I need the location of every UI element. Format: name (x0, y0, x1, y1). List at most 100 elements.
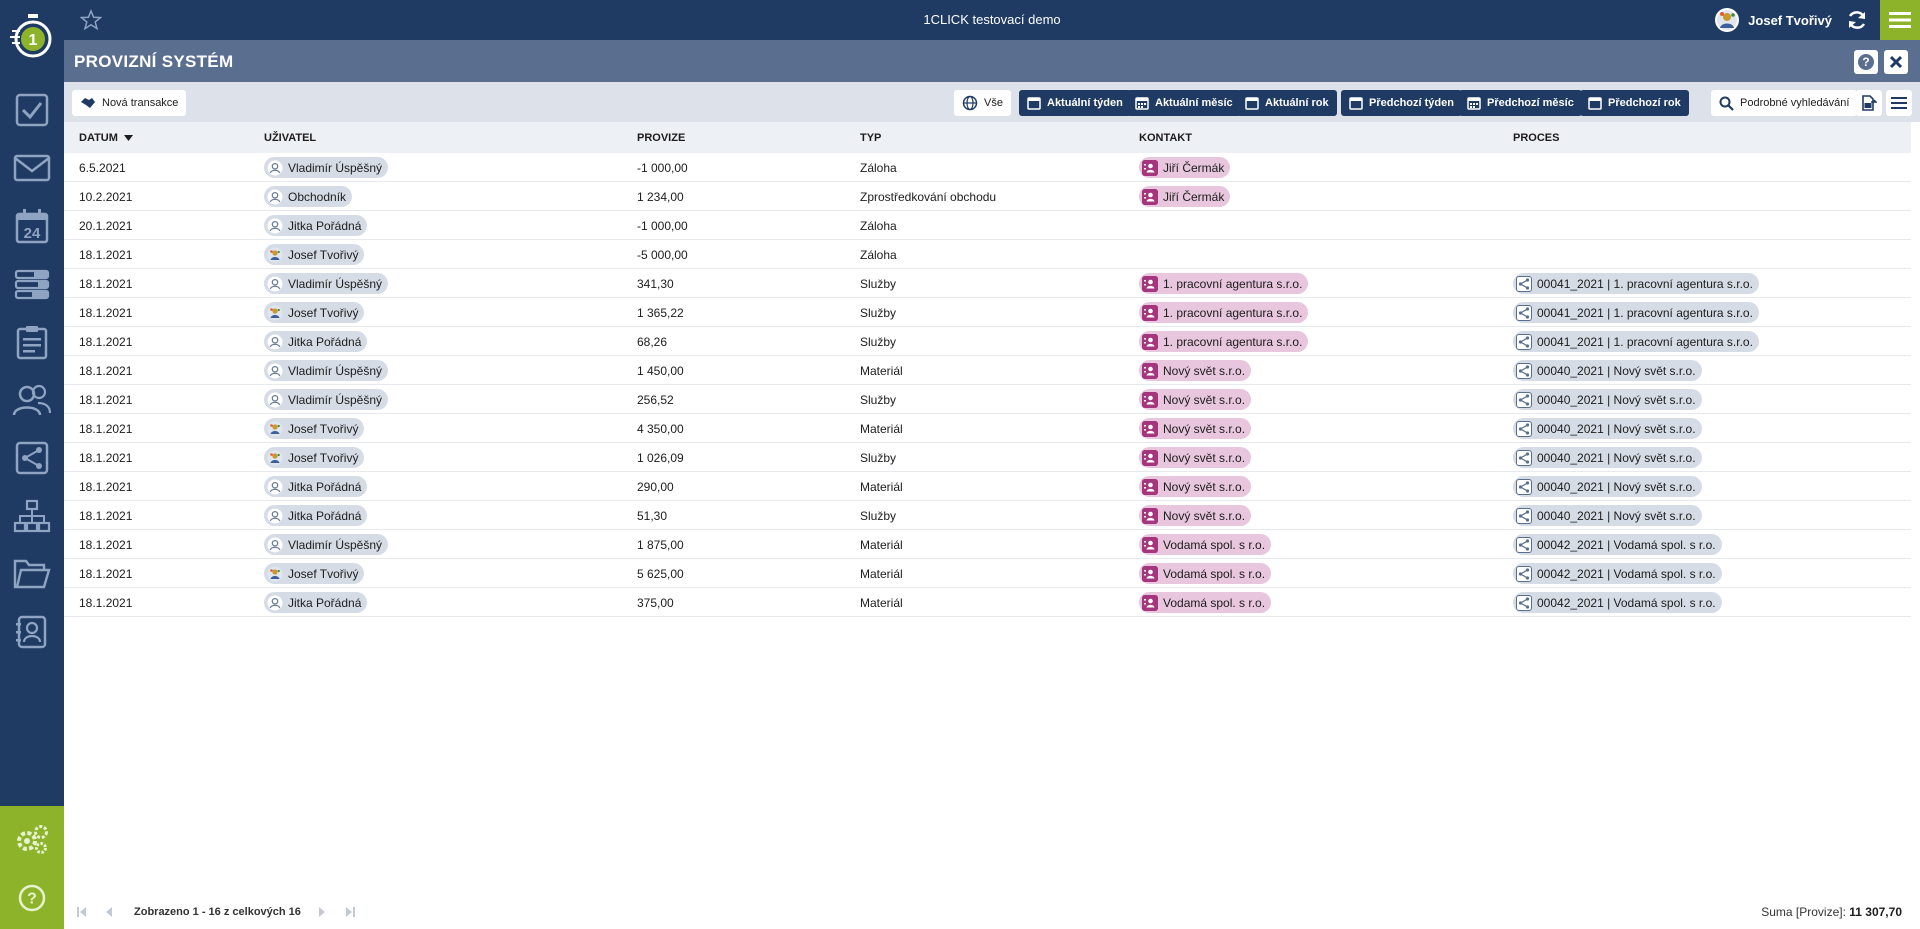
refresh-button[interactable] (1846, 9, 1868, 34)
user-chip[interactable]: Vladimír Úspěšný (264, 534, 389, 555)
grid-menu-button[interactable] (1886, 90, 1912, 116)
user-chip[interactable]: Obchodník (264, 186, 353, 207)
export-button[interactable] (1856, 90, 1882, 116)
table-row[interactable]: 18.1.2021 Vladimír Úspěšný 341,30 Služby 1. … (64, 269, 1911, 298)
sidebar-item-tasks[interactable] (0, 82, 64, 138)
contact-chip[interactable]: Nový svět s.r.o. (1139, 389, 1252, 410)
user-chip[interactable]: Vladimír Úspěšný (264, 389, 389, 410)
table-row[interactable]: 18.1.2021 Josef Tvořivý 1 026,09 Služby Nový… (64, 443, 1911, 472)
sidebar-item-calendar[interactable]: 24 (0, 198, 64, 254)
close-button[interactable] (1884, 50, 1908, 74)
sidebar-item-contact-card[interactable] (0, 604, 64, 660)
process-chip[interactable]: 00042_2021 | Vodamá spol. s r.o. (1513, 563, 1722, 584)
filter-prev-year-button[interactable]: Předchozí rok (1580, 90, 1689, 116)
contact-chip[interactable]: Jiří Čermák (1139, 186, 1231, 207)
process-chip[interactable]: 00040_2021 | Nový svět s.r.o. (1513, 418, 1702, 439)
table-row[interactable]: 18.1.2021 Vladimír Úspěšný 1 875,00 Materiá… (64, 530, 1911, 559)
next-page-button[interactable] (315, 905, 329, 919)
filter-current-month-button[interactable]: Aktuální měsíc (1127, 90, 1241, 116)
process-chip[interactable]: 00040_2021 | Nový svět s.r.o. (1513, 505, 1702, 526)
contact-chip[interactable]: 1. pracovní agentura s.r.o. (1139, 302, 1309, 323)
user-chip[interactable]: Vladimír Úspěšný (264, 157, 389, 178)
sidebar-item-mail[interactable] (0, 140, 64, 196)
main-menu-button[interactable] (1880, 0, 1920, 40)
user-chip[interactable]: Josef Tvořivý (264, 244, 365, 265)
process-chip[interactable]: 00041_2021 | 1. pracovní agentura s.r.o. (1513, 302, 1759, 323)
sidebar-item-documents[interactable] (0, 546, 64, 602)
advanced-search-button[interactable]: Podrobné vyhledávání (1711, 90, 1858, 116)
process-chip-icon (1516, 304, 1532, 321)
new-transaction-button[interactable]: Nová transakce (72, 90, 187, 116)
process-chip[interactable]: 00042_2021 | Vodamá spol. s r.o. (1513, 534, 1722, 555)
app-logo[interactable]: 1 (0, 0, 64, 72)
table-row[interactable]: 6.5.2021 Vladimír Úspěšný -1 000,00 Záloha J… (64, 153, 1911, 182)
sidebar-item-list[interactable] (0, 256, 64, 312)
table-row[interactable]: 18.1.2021 Jitka Pořádná 290,00 Materiál Nový… (64, 472, 1911, 501)
table-row[interactable]: 18.1.2021 Jitka Pořádná 51,30 Služby Nový sv… (64, 501, 1911, 530)
table-row[interactable]: 18.1.2021 Jitka Pořádná 375,00 Materiál Voda… (64, 588, 1911, 617)
column-header-user[interactable]: Uživatel (264, 132, 316, 144)
contact-chip[interactable]: Vodamá spol. s r.o. (1139, 563, 1272, 584)
user-chip[interactable]: Jitka Pořádná (264, 592, 368, 613)
user-chip[interactable]: Josef Tvořivý (264, 418, 365, 439)
contact-chip[interactable]: Nový svět s.r.o. (1139, 476, 1252, 497)
column-header-contact[interactable]: Kontakt (1139, 132, 1192, 144)
filter-all-button[interactable]: Vše (954, 90, 1011, 116)
process-chip[interactable]: 00040_2021 | Nový svět s.r.o. (1513, 389, 1702, 410)
table-row[interactable]: 18.1.2021 Jitka Pořádná 68,26 Služby 1. prac… (64, 327, 1911, 356)
table-row[interactable]: 18.1.2021 Josef Tvořivý -5 000,00 Záloha (64, 240, 1911, 269)
settings-button[interactable] (0, 810, 64, 868)
process-chip[interactable]: 00040_2021 | Nový svět s.r.o. (1513, 476, 1702, 497)
contact-chip[interactable]: 1. pracovní agentura s.r.o. (1139, 331, 1309, 352)
user-chip[interactable]: Jitka Pořádná (264, 476, 368, 497)
first-page-button[interactable] (76, 905, 90, 919)
table-row[interactable]: 18.1.2021 Josef Tvořivý 4 350,00 Materiál No… (64, 414, 1911, 443)
user-chip[interactable]: Josef Tvořivý (264, 447, 365, 468)
process-chip[interactable]: 00041_2021 | 1. pracovní agentura s.r.o. (1513, 273, 1759, 294)
user-chip[interactable]: Vladimír Úspěšný (264, 360, 389, 381)
column-header-commission[interactable]: Provize (637, 132, 685, 144)
contact-chip-label: 1. pracovní agentura s.r.o. (1163, 276, 1303, 291)
user-chip[interactable]: Vladimír Úspěšný (264, 273, 389, 294)
user-menu[interactable]: Josef Tvořivý (1714, 6, 1832, 34)
user-chip[interactable]: Jitka Pořádná (264, 215, 368, 236)
table-row[interactable]: 20.1.2021 Jitka Pořádná -1 000,00 Záloha (64, 211, 1911, 240)
user-chip[interactable]: Josef Tvořivý (264, 563, 365, 584)
table-row[interactable]: 18.1.2021 Josef Tvořivý 5 625,00 Materiál Vo… (64, 559, 1911, 588)
contact-chip[interactable]: Nový svět s.r.o. (1139, 418, 1252, 439)
contact-chip[interactable]: Nový svět s.r.o. (1139, 447, 1252, 468)
process-chip[interactable]: 00040_2021 | Nový svět s.r.o. (1513, 447, 1702, 468)
user-chip[interactable]: Jitka Pořádná (264, 505, 368, 526)
prev-page-button[interactable] (102, 905, 116, 919)
filter-prev-month-button[interactable]: Předchozí měsíc (1459, 90, 1582, 116)
user-chip[interactable]: Josef Tvořivý (264, 302, 365, 323)
table-row[interactable]: 18.1.2021 Vladimír Úspěšný 256,52 Služby Nov… (64, 385, 1911, 414)
filter-current-year-button[interactable]: Aktuální rok (1237, 90, 1337, 116)
user-chip[interactable]: Jitka Pořádná (264, 331, 368, 352)
sidebar-item-contacts[interactable] (0, 372, 64, 428)
filter-current-week-button[interactable]: Aktuální týden (1019, 90, 1131, 116)
column-header-type[interactable]: Typ (860, 132, 881, 144)
table-row[interactable]: 18.1.2021 Vladimír Úspěšný 1 450,00 Materiá… (64, 356, 1911, 385)
table-row[interactable]: 10.2.2021 Obchodník 1 234,00 Zprostředkován… (64, 182, 1911, 211)
process-chip[interactable]: 00041_2021 | 1. pracovní agentura s.r.o. (1513, 331, 1759, 352)
process-chip[interactable]: 00042_2021 | Vodamá spol. s r.o. (1513, 592, 1722, 613)
sidebar-item-processes[interactable] (0, 430, 64, 486)
contact-chip[interactable]: 1. pracovní agentura s.r.o. (1139, 273, 1309, 294)
column-header-date[interactable]: Datum (79, 132, 133, 144)
contact-chip[interactable]: Nový svět s.r.o. (1139, 505, 1252, 526)
sidebar-item-clipboard[interactable] (0, 314, 64, 370)
cell-user: Josef Tvořivý (264, 414, 365, 443)
contact-chip[interactable]: Jiří Čermák (1139, 157, 1231, 178)
contact-chip[interactable]: Nový svět s.r.o. (1139, 360, 1252, 381)
filter-prev-week-button[interactable]: Předchozí týden (1341, 90, 1462, 116)
process-chip[interactable]: 00040_2021 | Nový svět s.r.o. (1513, 360, 1702, 381)
contact-chip[interactable]: Vodamá spol. s r.o. (1139, 592, 1272, 613)
help-button[interactable]: ? (0, 869, 64, 927)
sidebar-item-organization[interactable] (0, 488, 64, 544)
page-help-button[interactable]: ? (1854, 50, 1878, 74)
table-row[interactable]: 18.1.2021 Josef Tvořivý 1 365,22 Služby 1. p… (64, 298, 1911, 327)
last-page-button[interactable] (342, 905, 356, 919)
contact-chip[interactable]: Vodamá spol. s r.o. (1139, 534, 1272, 555)
column-header-process[interactable]: Proces (1513, 132, 1559, 144)
